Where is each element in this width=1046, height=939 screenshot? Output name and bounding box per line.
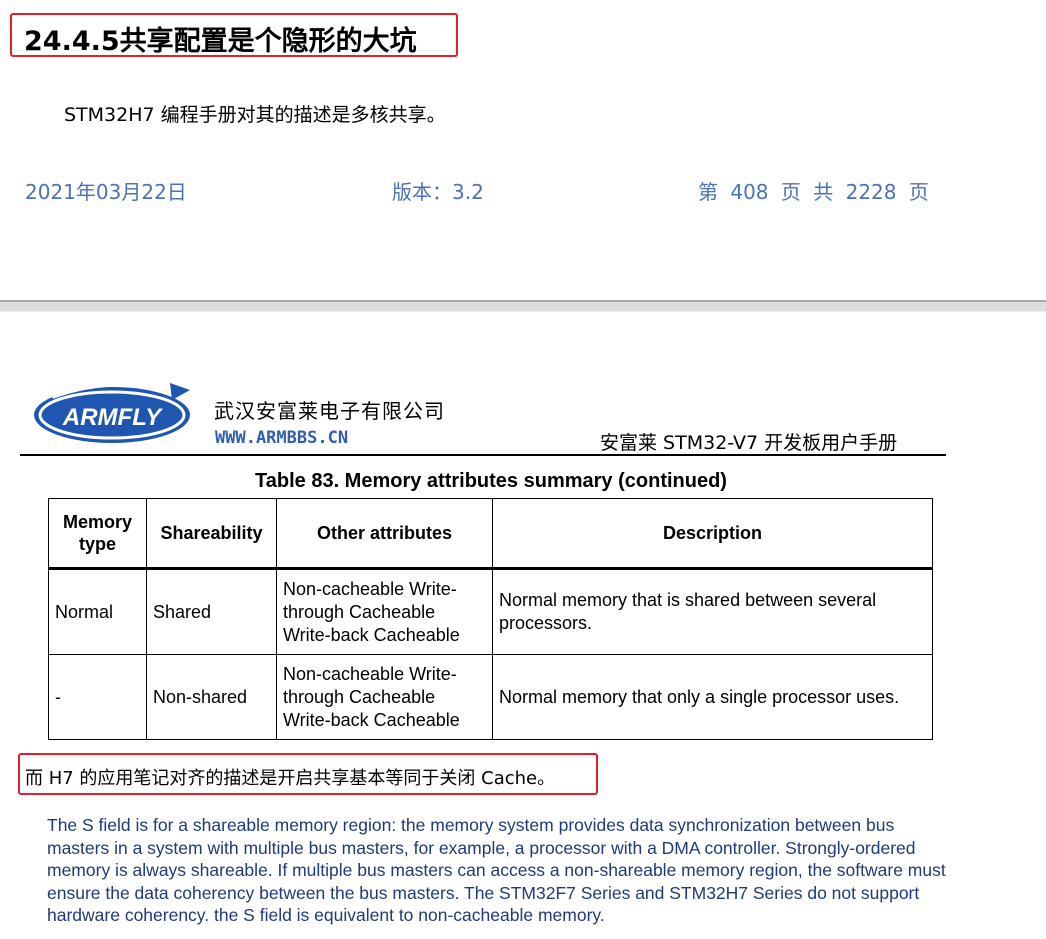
cell-description: Normal memory that only a single process… — [492, 654, 933, 740]
table-row: - Non-shared Non-cacheable Write-through… — [48, 654, 933, 740]
cell-shareability: Non-shared — [146, 654, 277, 740]
cell-memory-type: Normal — [48, 568, 147, 655]
section-heading: 24.4.5共享配置是个隐形的大坑 — [24, 26, 417, 57]
s-field-paragraph: The S field is for a shareable memory re… — [47, 815, 946, 925]
company-name: 武汉安富莱电子有限公司 — [214, 399, 445, 423]
intro-paragraph: STM32H7 编程手册对其的描述是多核共享。 — [64, 104, 446, 126]
header-description: Description — [492, 498, 933, 569]
cell-description: Normal memory that is shared between sev… — [492, 568, 933, 655]
section-heading-highlight: 24.4.5共享配置是个隐形的大坑 — [10, 13, 458, 57]
header-memory-type: Memory type — [48, 498, 147, 569]
table-header-row: Memory type Shareability Other attribute… — [48, 498, 933, 569]
footer-date: 2021年03月22日 — [25, 180, 187, 204]
company-url[interactable]: WWW.ARMBBS.CN — [215, 428, 348, 448]
memory-attributes-table: Memory type Shareability Other attribute… — [48, 498, 933, 740]
armfly-logo: ARMFLY — [32, 380, 194, 446]
header-divider — [20, 454, 946, 456]
table-caption: Table 83. Memory attributes summary (con… — [255, 470, 727, 492]
cell-memory-type: - — [48, 654, 147, 740]
cell-other-attributes: Non-cacheable Write-through Cacheable Wr… — [276, 568, 493, 655]
manual-title: 安富莱 STM32-V7 开发板用户手册 — [600, 432, 898, 454]
header-shareability: Shareability — [146, 498, 277, 569]
footer-page-count: 第 408 页 共 2228 页 — [698, 180, 929, 204]
footer-version: 版本：3.2 — [392, 180, 484, 204]
cell-other-attributes: Non-cacheable Write-through Cacheable Wr… — [276, 654, 493, 740]
page-separator — [0, 300, 1046, 312]
note-highlight: 而 H7 的应用笔记对齐的描述是开启共享基本等同于关闭 Cache。 — [18, 753, 598, 795]
header-other-attributes: Other attributes — [276, 498, 493, 569]
logo-text: ARMFLY — [62, 404, 163, 431]
cell-shareability: Shared — [146, 568, 277, 655]
table-row: Normal Shared Non-cacheable Write-throug… — [48, 568, 933, 655]
note-text: 而 H7 的应用笔记对齐的描述是开启共享基本等同于关闭 Cache。 — [25, 768, 556, 789]
